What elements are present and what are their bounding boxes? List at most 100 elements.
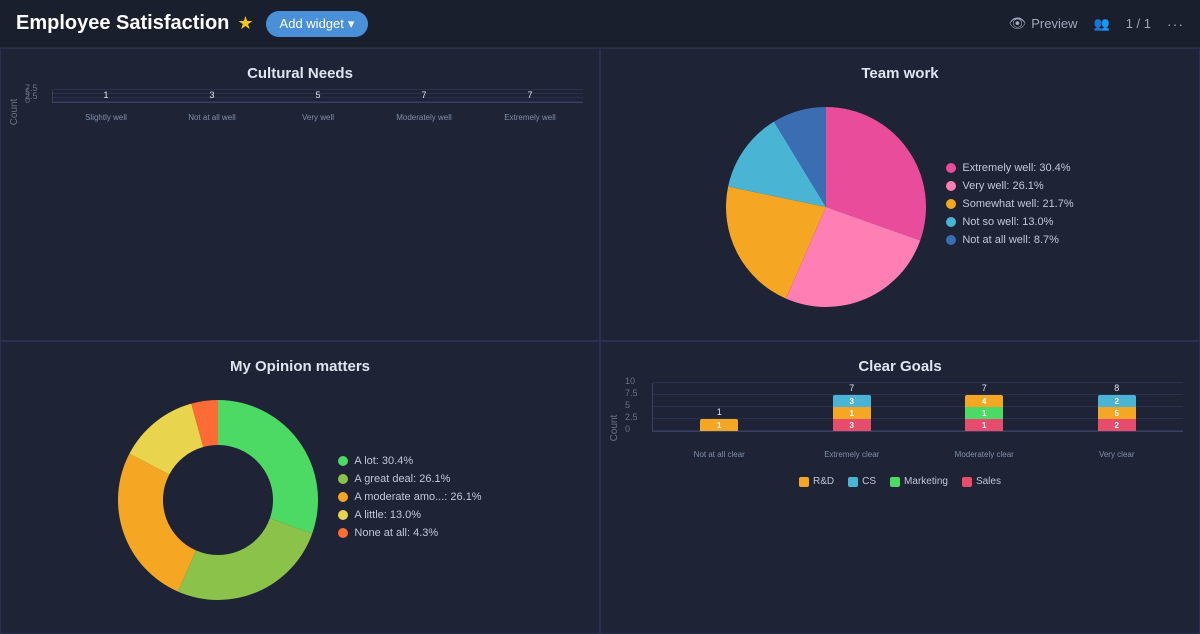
bar-col: 7Extremely well: [477, 90, 583, 102]
stacked-bar-col: 8252Very clear: [1051, 383, 1184, 431]
legend-item: Not so well: 13.0%: [946, 216, 1073, 228]
segment-value-label: 3: [850, 397, 854, 406]
cultural-bars-container: 1Slightly well3Not at all well5Very well…: [53, 90, 583, 102]
stacked-legend: R&D CS Marketing Sales: [617, 472, 1183, 487]
legend-label: Marketing: [904, 476, 948, 487]
users-count: 1 / 1: [1126, 16, 1151, 31]
bar-col: 5Very well: [265, 90, 371, 102]
stacked-segment: 1: [833, 407, 871, 419]
team-work-title: Team work: [617, 65, 1183, 82]
bar-label: Extremely well: [477, 113, 583, 122]
bar-value: 7: [527, 90, 532, 100]
stacked-bar: 1: [700, 419, 738, 431]
bar-value: 7: [421, 90, 426, 100]
bar-label: Not at all well: [159, 113, 265, 122]
chevron-down-icon: ▾: [348, 16, 355, 32]
y-axis-label: Count: [9, 98, 20, 125]
legend-label: A moderate amo...: 26.1%: [354, 491, 481, 503]
donut-chart-svg: [118, 400, 318, 600]
legend-item: A moderate amo...: 26.1%: [338, 491, 481, 503]
header: Employee Satisfaction ★ Add widget ▾ 👁 P…: [0, 0, 1200, 48]
segment-value-label: 1: [850, 409, 854, 418]
stacked-bar-label: Not at all clear: [674, 450, 764, 459]
cultural-needs-title: Cultural Needs: [17, 65, 583, 82]
stacked-segment: 1: [965, 407, 1003, 419]
legend-label: Not so well: 13.0%: [962, 216, 1053, 228]
pie-chart-svg: [726, 107, 926, 307]
favorite-icon[interactable]: ★: [237, 13, 253, 34]
legend-label: R&D: [813, 476, 834, 487]
stacked-bar-label: Moderately clear: [939, 450, 1029, 459]
segment-value-label: 1: [982, 421, 986, 430]
legend-label: Very well: 26.1%: [962, 180, 1043, 192]
stacked-segment: 2: [1098, 395, 1136, 407]
legend-item: Extremely well: 30.4%: [946, 162, 1073, 174]
legend-dot: [946, 181, 956, 191]
clear-goals-chart: Count 10 7.5 5 2.5 0 11Not at all clear7…: [617, 383, 1183, 617]
segment-value-label: 1: [717, 421, 721, 430]
legend-dot: [338, 492, 348, 502]
bars-group: 7.5 5 2.5 0 1Slightly well3Not at all we…: [52, 90, 583, 103]
legend-label: CS: [862, 476, 876, 487]
my-opinion-legend: A lot: 30.4% A great deal: 26.1% A moderat…: [338, 455, 481, 545]
add-widget-button[interactable]: Add widget ▾: [266, 11, 369, 37]
page-title: Employee Satisfaction: [16, 12, 229, 35]
legend-label: A lot: 30.4%: [354, 455, 413, 467]
legend-dot: [962, 477, 972, 487]
clear-goals-title: Clear Goals: [617, 358, 1183, 375]
donut-container: A lot: 30.4% A great deal: 26.1% A moderat…: [17, 383, 583, 617]
legend-dot: [338, 528, 348, 538]
stacked-bar: 313: [833, 395, 871, 431]
widget-cultural-needs: Cultural Needs Count 7.5 5 2.5 0 1Slight…: [0, 48, 600, 341]
stacked-legend-item: CS: [848, 476, 876, 487]
legend-label: Somewhat well: 21.7%: [962, 198, 1073, 210]
legend-item: Not at all well: 8.7%: [946, 234, 1073, 246]
stacked-bar-total: 1: [717, 407, 722, 417]
widget-clear-goals: Clear Goals Count 10 7.5 5 2.5 0 11Not a…: [600, 341, 1200, 634]
stacked-bars-inner: Count 10 7.5 5 2.5 0 11Not at all clear7…: [617, 383, 1183, 472]
header-right: 👁 Preview 👥 1 / 1 ···: [1008, 15, 1184, 32]
preview-button[interactable]: 👁 Preview: [1008, 15, 1077, 32]
stacked-bar-col: 7313Extremely clear: [786, 383, 919, 431]
stacked-legend-item: Marketing: [890, 476, 948, 487]
bar-label: Very well: [265, 113, 371, 122]
users-icon: 👥: [1094, 16, 1110, 32]
segment-value-label: 1: [982, 409, 986, 418]
legend-item: A great deal: 26.1%: [338, 473, 481, 485]
stacked-bar-col: 11Not at all clear: [653, 407, 786, 431]
team-work-legend: Extremely well: 30.4% Very well: 26.1% Som…: [946, 162, 1073, 252]
legend-item: None at all: 4.3%: [338, 527, 481, 539]
bar-col: 1Slightly well: [53, 90, 159, 102]
segment-value-label: 4: [982, 397, 986, 406]
legend-dot: [946, 235, 956, 245]
legend-dot: [946, 199, 956, 209]
bar-label: Slightly well: [53, 113, 159, 122]
stacked-bar-label: Extremely clear: [807, 450, 897, 459]
segment-value-label: 5: [1115, 409, 1119, 418]
team-work-chart: Extremely well: 30.4% Very well: 26.1% Som…: [617, 90, 1183, 324]
stacked-segment: 4: [965, 395, 1003, 407]
legend-dot: [890, 477, 900, 487]
more-options-icon[interactable]: ···: [1167, 16, 1184, 32]
legend-item: Somewhat well: 21.7%: [946, 198, 1073, 210]
stacked-segment: 2: [1098, 419, 1136, 431]
pie-container: Extremely well: 30.4% Very well: 26.1% Som…: [617, 90, 1183, 324]
segment-value-label: 2: [1115, 397, 1119, 406]
stacked-legend-item: Sales: [962, 476, 1001, 487]
stacked-bar-total: 7: [982, 383, 987, 393]
legend-item: A lot: 30.4%: [338, 455, 481, 467]
widget-my-opinion: My Opinion matters A lot: 30.4% A great d…: [0, 341, 600, 634]
widget-team-work: Team work Extremely well: 30.4% Very well…: [600, 48, 1200, 341]
stacked-bar: 1 1 4: [965, 395, 1003, 431]
stacked-segment: 5: [1098, 407, 1136, 419]
legend-dot: [338, 456, 348, 466]
bar-chart-inner: Count 7.5 5 2.5 0 1Slightly well3Not at …: [17, 90, 583, 133]
my-opinion-title: My Opinion matters: [17, 358, 583, 375]
stacked-bar-total: 8: [1114, 383, 1119, 393]
bar-value: 3: [209, 90, 214, 100]
stacked-y-axis-label: Count: [609, 414, 620, 441]
legend-dot: [946, 217, 956, 227]
dashboard-grid: Cultural Needs Count 7.5 5 2.5 0 1Slight…: [0, 48, 1200, 634]
legend-label: A little: 13.0%: [354, 509, 421, 521]
legend-dot: [338, 474, 348, 484]
